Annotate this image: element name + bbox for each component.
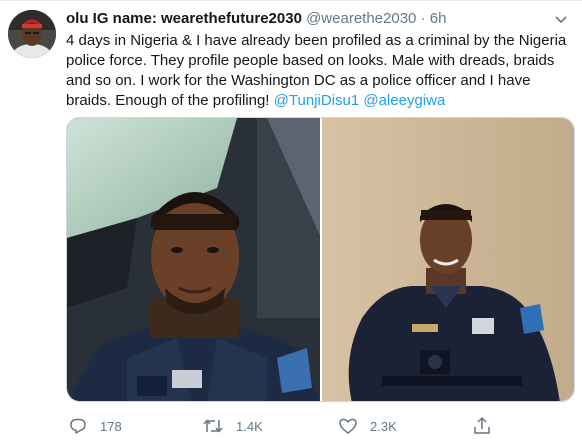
like-icon: [338, 416, 358, 436]
top-divider: [0, 0, 582, 1]
tweet-header: olu IG name: wearethefuture2030 @weareth…: [66, 9, 446, 29]
reply-button[interactable]: 178: [68, 416, 122, 436]
tweet-actions: 178 1.4K 2.3K: [66, 416, 506, 438]
reply-count: 178: [100, 418, 122, 434]
avatar[interactable]: [8, 10, 56, 58]
reply-icon: [68, 416, 88, 436]
retweet-icon: [202, 416, 224, 436]
chevron-down-icon[interactable]: [552, 13, 570, 27]
retweet-button[interactable]: 1.4K: [202, 416, 263, 436]
media-grid: [66, 117, 575, 402]
mention-link[interactable]: @TunjiDisu1: [274, 92, 360, 109]
separator-dot: ·: [420, 10, 426, 27]
share-button[interactable]: [472, 416, 492, 436]
user-handle[interactable]: @wearethe2030: [306, 10, 416, 27]
timestamp[interactable]: 6h: [430, 10, 447, 27]
mention-link[interactable]: @aleeygiwa: [363, 92, 445, 109]
photo-uniform[interactable]: [322, 118, 574, 401]
like-count: 2.3K: [370, 418, 397, 434]
tweet-text: 4 days in Nigeria & I have already been …: [66, 31, 578, 111]
like-button[interactable]: 2.3K: [338, 416, 397, 436]
display-name[interactable]: olu IG name: wearethefuture2030: [66, 10, 302, 27]
share-icon: [472, 416, 492, 436]
photo-selfie[interactable]: [67, 118, 320, 401]
retweet-count: 1.4K: [236, 418, 263, 434]
